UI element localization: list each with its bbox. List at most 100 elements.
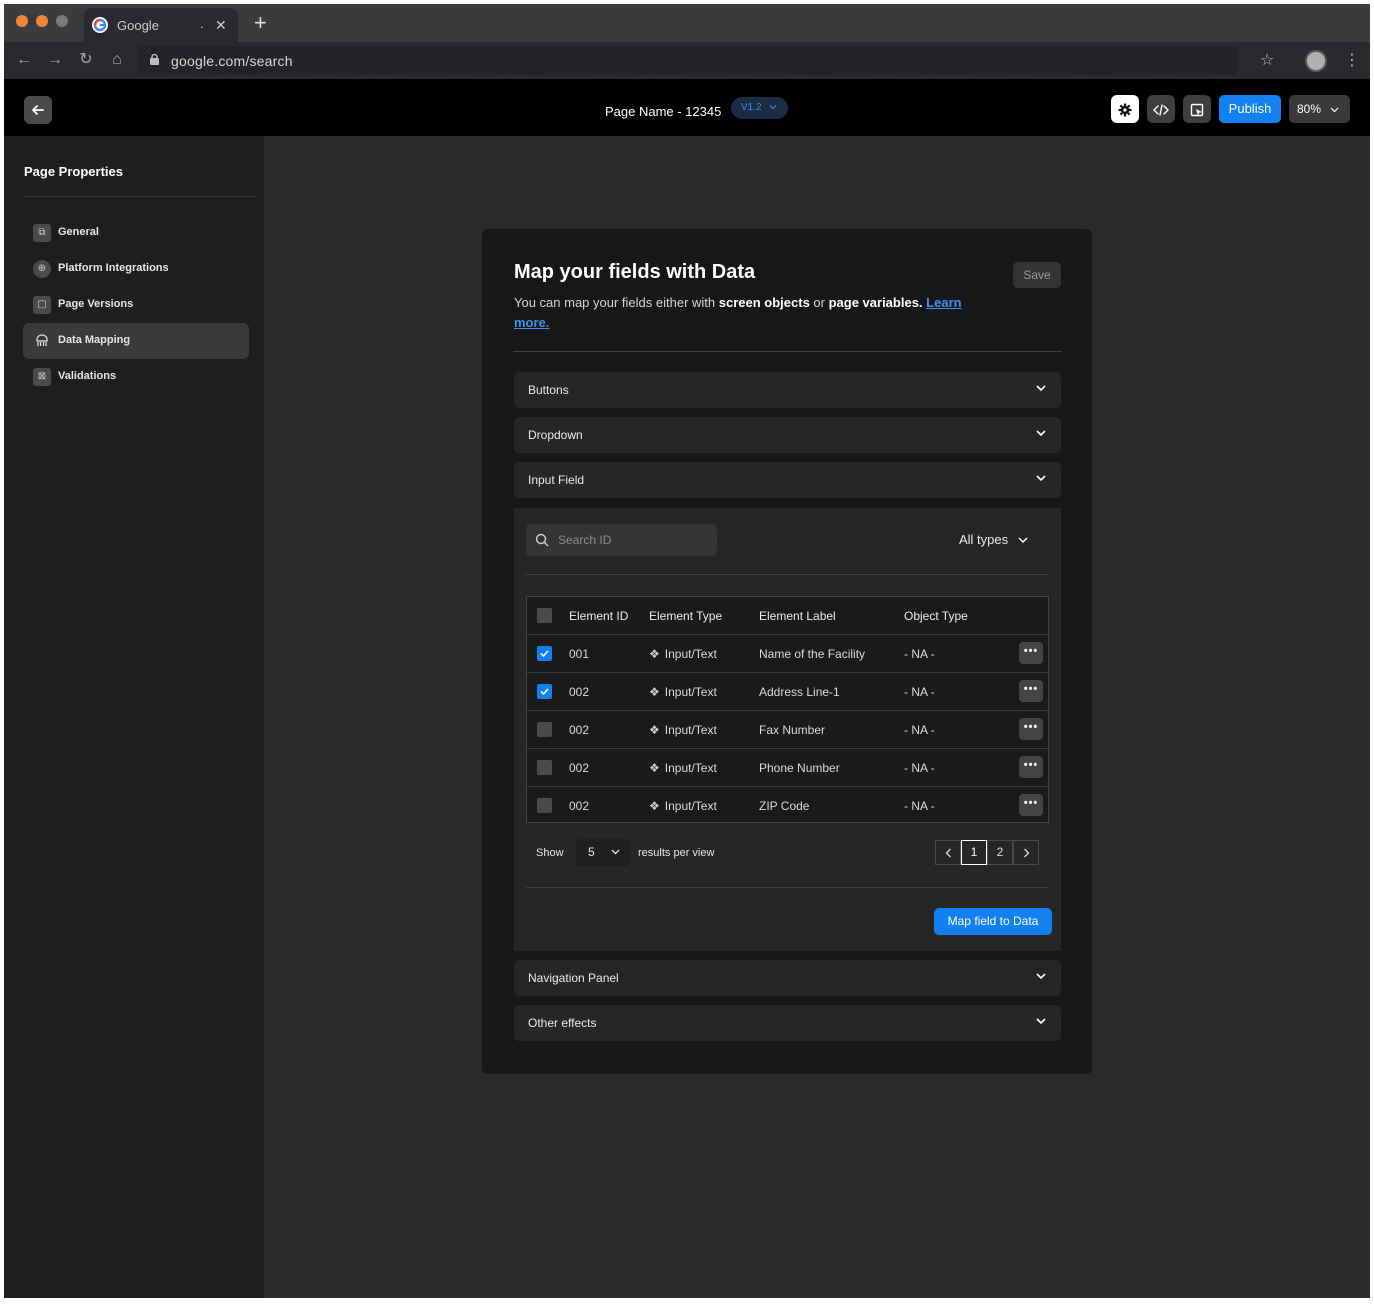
column-header: Element ID bbox=[569, 609, 629, 623]
sidebar-item-platform-integrations[interactable]: ⊕ Platform Integrations bbox=[23, 251, 249, 287]
back-arrow-icon[interactable]: ← bbox=[14, 50, 34, 70]
row-checkbox[interactable] bbox=[537, 684, 552, 699]
section-navigation-panel[interactable]: Navigation Panel bbox=[514, 960, 1061, 996]
panel-divider bbox=[513, 351, 1062, 352]
zoom-dropdown[interactable]: 80% bbox=[1289, 95, 1350, 123]
element-type-label: Input/Text bbox=[664, 799, 717, 813]
section-input-field[interactable]: Input Field bbox=[514, 462, 1061, 498]
type-filter-dropdown[interactable]: All types bbox=[959, 532, 1028, 547]
next-page-button[interactable] bbox=[1013, 840, 1039, 865]
section-other-effects[interactable]: Other effects bbox=[514, 1005, 1061, 1041]
sidebar-title: Page Properties bbox=[24, 164, 123, 179]
chevron-right-icon bbox=[1023, 848, 1029, 858]
row-more-options-button[interactable]: ••• bbox=[1019, 794, 1043, 816]
home-icon[interactable]: ⌂ bbox=[107, 50, 127, 70]
maximize-window-button[interactable] bbox=[56, 15, 68, 27]
settings-button[interactable] bbox=[1111, 95, 1139, 123]
page-button-2[interactable]: 2 bbox=[987, 840, 1013, 865]
row-more-options-button[interactable]: ••• bbox=[1019, 680, 1043, 702]
sidebar-item-label: Validations bbox=[58, 370, 117, 382]
sidebar-item-label: Platform Integrations bbox=[58, 262, 169, 274]
close-window-button[interactable] bbox=[16, 15, 28, 27]
element-type-label: Input/Text bbox=[664, 685, 717, 699]
row-more-options-button[interactable]: ••• bbox=[1019, 756, 1043, 778]
component-icon: ❖ bbox=[649, 799, 660, 813]
sidebar-item-data-mapping[interactable]: Data Mapping bbox=[23, 323, 249, 359]
browser-tab[interactable]: Google . ✕ bbox=[84, 8, 238, 42]
new-tab-button[interactable]: + bbox=[254, 10, 267, 36]
element-label: Fax Number bbox=[759, 723, 826, 737]
row-more-options-button[interactable]: ••• bbox=[1019, 718, 1043, 740]
sidebar-item-validations[interactable]: ⊠ Validations bbox=[23, 359, 249, 395]
sidebar-item-page-versions[interactable]: ▢ Page Versions bbox=[23, 287, 249, 323]
table-row[interactable]: 002 ❖ Input/Text Fax Number - NA - ••• bbox=[527, 710, 1048, 748]
element-label: Phone Number bbox=[759, 761, 840, 775]
desc-text: You can map your fields either with bbox=[514, 295, 719, 310]
back-button[interactable] bbox=[24, 96, 52, 124]
element-id: 002 bbox=[569, 799, 590, 813]
select-all-checkbox[interactable] bbox=[537, 608, 552, 623]
row-checkbox[interactable] bbox=[537, 722, 552, 737]
results-per-view-select[interactable]: 5 bbox=[576, 839, 630, 866]
code-icon bbox=[1153, 103, 1169, 116]
sidebar-item-label: General bbox=[58, 226, 99, 238]
map-field-to-data-button[interactable]: Map field to Data bbox=[934, 908, 1052, 935]
minimize-window-button[interactable] bbox=[36, 15, 48, 27]
sidebar-item-label: Page Versions bbox=[58, 298, 134, 310]
code-view-button[interactable] bbox=[1147, 95, 1175, 123]
row-checkbox[interactable] bbox=[537, 646, 552, 661]
per-page-value: 5 bbox=[588, 845, 595, 859]
publish-button[interactable]: Publish bbox=[1219, 95, 1281, 123]
row-more-options-button[interactable]: ••• bbox=[1019, 642, 1043, 664]
section-dropdown[interactable]: Dropdown bbox=[514, 417, 1061, 453]
version-dropdown[interactable]: V1.2 bbox=[731, 97, 788, 119]
page-properties-sidebar: Page Properties ⧉ General ⊕ Platform Int… bbox=[4, 136, 264, 1298]
table-row[interactable]: 002 ❖ Input/Text ZIP Code - NA - ••• bbox=[527, 786, 1048, 824]
page-icon: ▢ bbox=[33, 296, 51, 314]
preview-icon bbox=[1190, 103, 1204, 116]
chevron-down-icon bbox=[1036, 385, 1046, 392]
chevron-left-icon bbox=[945, 848, 951, 858]
table-row[interactable]: 002 ❖ Input/Text Address Line-1 - NA - ••… bbox=[527, 672, 1048, 710]
section-label: Input Field bbox=[528, 473, 585, 487]
row-checkbox[interactable] bbox=[537, 798, 552, 813]
chevron-down-icon bbox=[769, 105, 777, 110]
browser-window: Google . ✕ + ← → ↻ ⌂ google.com/search ☆… bbox=[4, 4, 1370, 1298]
bookmark-star-icon[interactable]: ☆ bbox=[1260, 50, 1274, 70]
desc-page-variables: page variables. bbox=[828, 295, 923, 310]
search-box[interactable] bbox=[526, 524, 717, 556]
sidebar-item-general[interactable]: ⧉ General bbox=[23, 215, 249, 251]
table-row[interactable]: 002 ❖ Input/Text Phone Number - NA - ••• bbox=[527, 748, 1048, 786]
chevron-down-icon bbox=[1018, 537, 1028, 544]
profile-avatar[interactable] bbox=[1305, 50, 1327, 72]
address-bar[interactable]: google.com/search bbox=[138, 46, 1238, 75]
prev-page-button[interactable] bbox=[935, 840, 961, 865]
section-buttons[interactable]: Buttons bbox=[514, 372, 1061, 408]
element-id: 002 bbox=[569, 685, 590, 699]
checkmark-icon bbox=[540, 650, 549, 658]
section-divider bbox=[526, 574, 1049, 575]
search-input[interactable] bbox=[558, 524, 708, 556]
version-label: V1.2 bbox=[741, 102, 762, 113]
object-type: - NA - bbox=[904, 647, 935, 661]
preview-button[interactable] bbox=[1183, 95, 1211, 123]
panel-title: Map your fields with Data bbox=[514, 261, 756, 283]
table-row[interactable]: 001 ❖ Input/Text Name of the Facility - N… bbox=[527, 634, 1048, 672]
row-checkbox[interactable] bbox=[537, 760, 552, 775]
page-button-1[interactable]: 1 bbox=[961, 840, 987, 865]
data-mapping-panel: Map your fields with Data You can map yo… bbox=[482, 229, 1092, 1074]
chevron-down-icon bbox=[1036, 430, 1046, 437]
forward-arrow-icon[interactable]: → bbox=[45, 50, 65, 70]
save-button[interactable]: Save bbox=[1013, 262, 1061, 288]
element-id: 002 bbox=[569, 761, 590, 775]
editor-canvas: Map your fields with Data You can map yo… bbox=[264, 136, 1370, 1298]
reload-icon[interactable]: ↻ bbox=[76, 50, 96, 70]
url-text: google.com/search bbox=[171, 53, 293, 69]
component-icon: ❖ bbox=[649, 723, 660, 737]
tab-close-icon[interactable]: ✕ bbox=[215, 17, 227, 34]
lock-icon bbox=[150, 54, 159, 65]
section-label: Other effects bbox=[528, 1016, 597, 1030]
component-icon: ❖ bbox=[649, 761, 660, 775]
browser-menu-icon[interactable]: ⋮ bbox=[1344, 50, 1360, 70]
tab-title: Google bbox=[117, 18, 159, 33]
